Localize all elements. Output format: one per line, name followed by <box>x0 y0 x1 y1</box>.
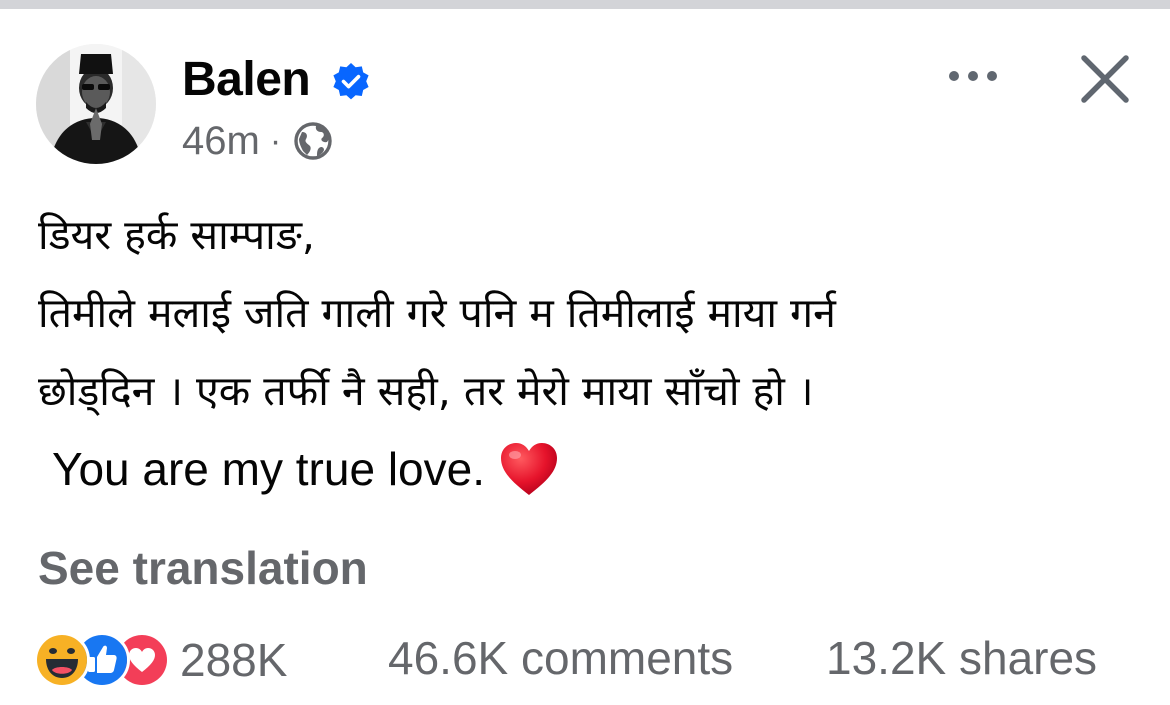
meta-separator: · <box>269 122 282 160</box>
top-divider <box>0 0 1170 9</box>
red-heart-emoji <box>500 443 557 495</box>
post-time[interactable]: 46m <box>182 114 260 168</box>
author-avatar[interactable] <box>36 44 156 164</box>
close-icon[interactable] <box>1074 48 1136 110</box>
post-line-4-text: You are my true love. <box>52 443 485 495</box>
author-name[interactable]: Balen <box>182 50 311 110</box>
post-meta: 46m · <box>182 114 333 168</box>
globe-icon[interactable] <box>293 121 333 161</box>
shares-count-link[interactable]: 13.2K shares <box>826 628 1097 688</box>
verified-badge-icon <box>333 63 369 100</box>
post-line-2: तिमीले मलाई जति गाली गरे पनि म तिमीलाई म… <box>38 289 836 337</box>
more-options-button[interactable] <box>944 54 1002 98</box>
post-line-4: You are my true love. <box>38 430 836 508</box>
avatar-photo <box>36 44 156 164</box>
comments-count-link[interactable]: 46.6K comments <box>388 628 733 688</box>
more-horizontal-icon <box>949 71 997 81</box>
haha-icon <box>34 632 90 688</box>
post-body: डियर हर्क साम्पाङ, तिमीले मलाई जति गाली … <box>38 196 836 508</box>
post-line-1: डियर हर्क साम्पाङ, <box>38 211 315 259</box>
reactions-count[interactable]: 288K <box>180 630 287 690</box>
see-translation-link[interactable]: See translation <box>38 538 368 598</box>
reactions-summary[interactable]: 288K <box>34 630 287 690</box>
post-line-3: छोड्दिन । एक तर्फी नै सही, तर मेरो माया … <box>38 367 814 415</box>
